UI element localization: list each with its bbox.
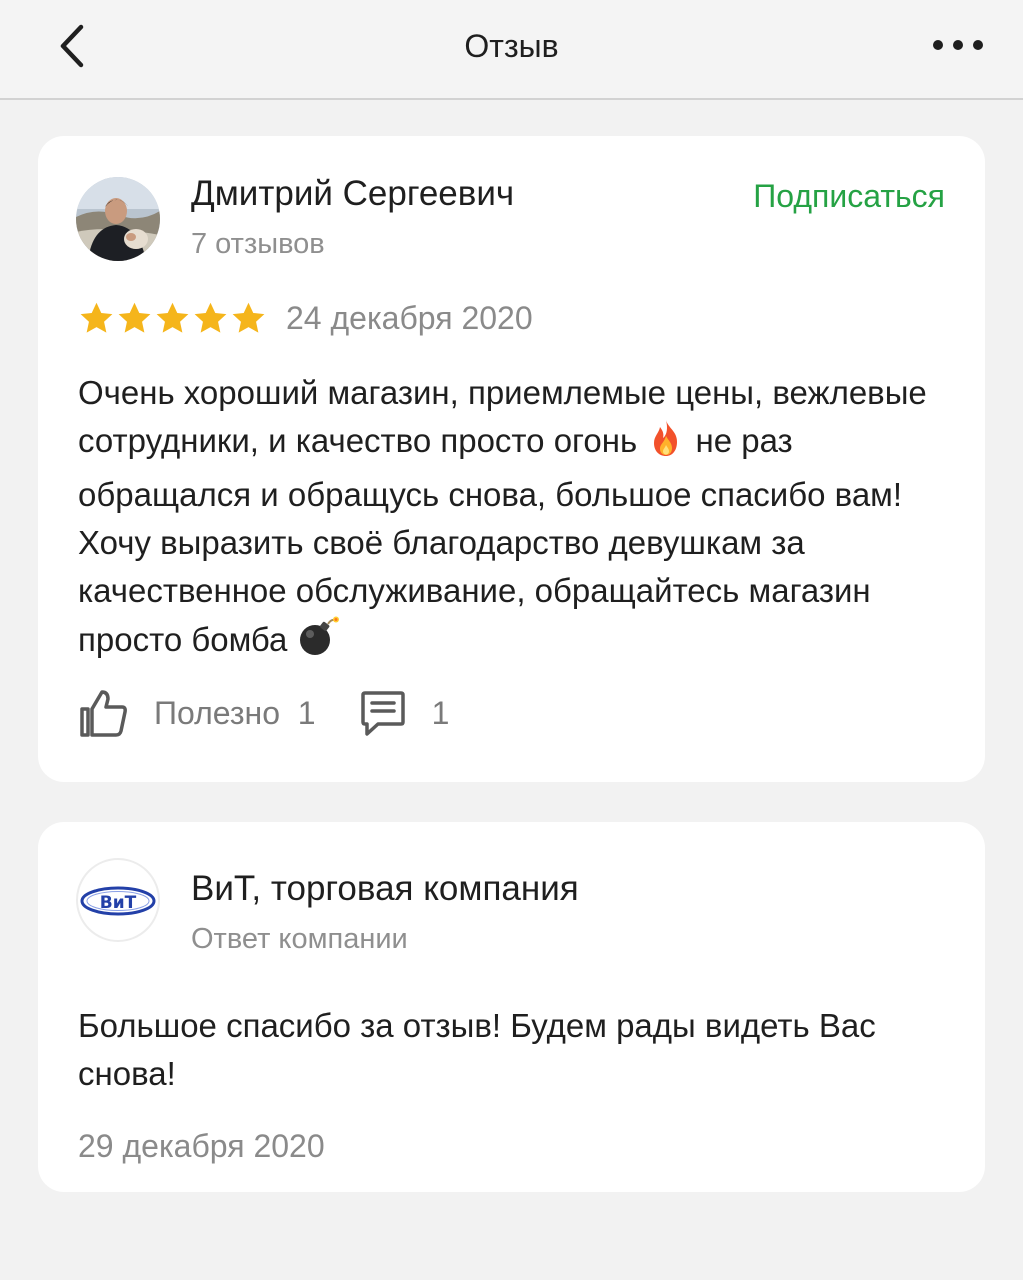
review-text: Очень хороший магазин, приемлемые цены, … <box>78 369 958 670</box>
company-name[interactable]: ВиТ, торговая компания <box>191 869 579 909</box>
star-icon <box>118 302 151 333</box>
comments-button[interactable]: 1 <box>360 689 450 737</box>
subscribe-button[interactable]: Подписаться <box>753 178 945 215</box>
top-bar: Отзыв <box>0 0 1023 100</box>
user-photo-icon <box>76 177 160 261</box>
author-review-count: 7 отзывов <box>191 228 325 260</box>
comment-icon <box>360 691 405 736</box>
useful-count: 1 <box>297 694 316 731</box>
star-icon <box>232 302 265 333</box>
review-date: 24 декабря 2020 <box>286 300 533 336</box>
star-icon <box>156 302 189 333</box>
reply-subtitle: Ответ компании <box>191 923 408 955</box>
useful-text: Полезно <box>154 694 280 731</box>
author-name[interactable]: Дмитрий Сергеевич <box>191 174 514 214</box>
review-card: Дмитрий Сергеевич 7 отзывов Подписаться … <box>38 136 985 782</box>
page-title: Отзыв <box>464 28 559 64</box>
fire-icon <box>646 418 686 471</box>
thumbs-up-icon <box>80 690 127 737</box>
reply-date: 29 декабря 2020 <box>78 1128 325 1164</box>
company-logo-icon: ВиТ <box>80 886 156 916</box>
review-text-part: Очень хороший магазин, приемлемые цены, … <box>78 374 927 459</box>
author-avatar[interactable] <box>76 177 160 261</box>
useful-button[interactable]: Полезно 1 <box>78 689 316 737</box>
bomb-icon <box>297 615 341 670</box>
useful-label: Полезно 1 <box>154 695 316 732</box>
more-options-button[interactable] <box>923 18 993 72</box>
company-reply-card: ВиТ ВиТ, торговая компания Ответ компани… <box>38 822 985 1192</box>
star-icon <box>80 302 113 333</box>
comments-count: 1 <box>431 694 450 731</box>
company-logo[interactable]: ВиТ <box>76 858 160 942</box>
rating-stars <box>78 300 267 337</box>
company-logo-text: ВиТ <box>100 893 137 913</box>
star-icon <box>194 302 227 333</box>
reply-text: Большое спасибо за отзыв! Будем рады вид… <box>78 1007 876 1092</box>
review-actions: Полезно 1 1 <box>78 689 449 737</box>
more-dots-icon <box>933 40 983 50</box>
